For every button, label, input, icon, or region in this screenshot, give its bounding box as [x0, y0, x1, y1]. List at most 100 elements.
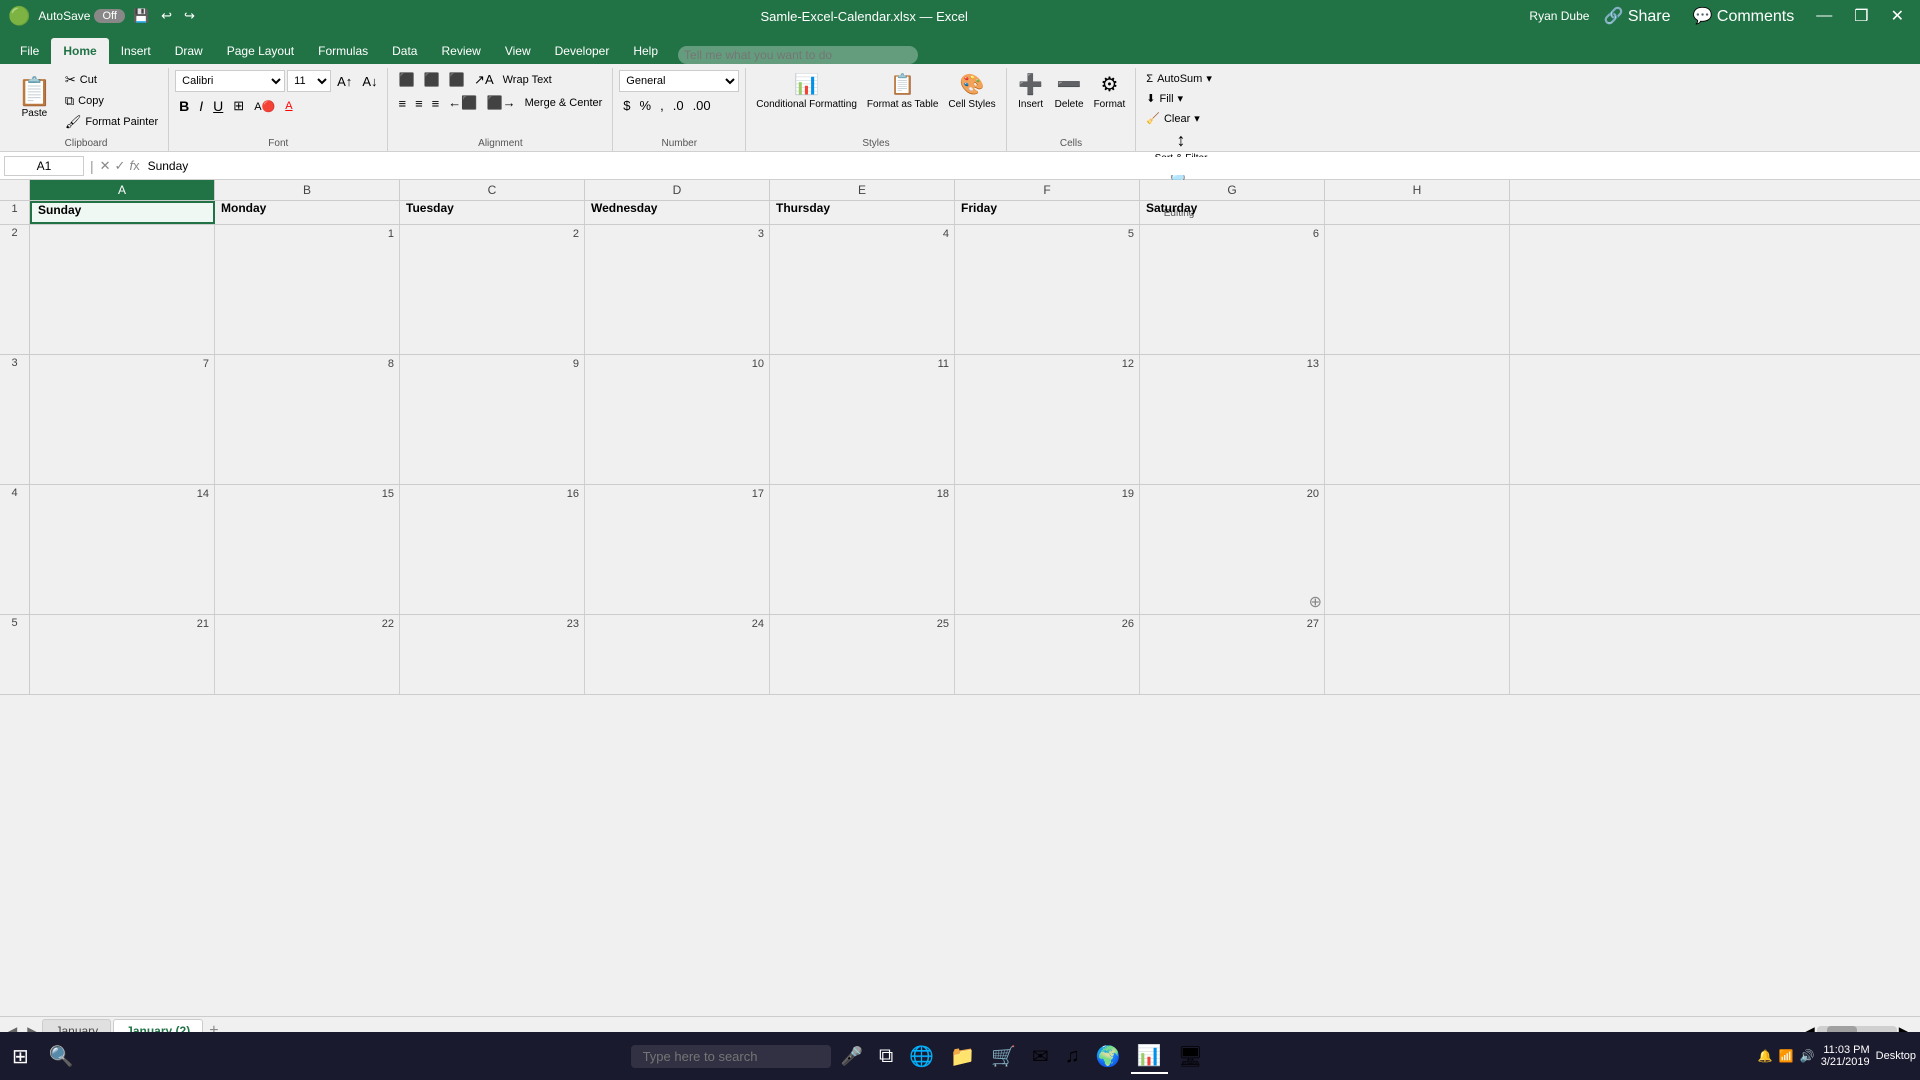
taskbar-mic-button[interactable]: 🎤 [835, 1042, 869, 1071]
cell-g4[interactable]: 20 ⊕ [1140, 485, 1325, 614]
undo-button[interactable]: ↩ [157, 6, 176, 26]
decrease-decimal-button[interactable]: .0 [669, 96, 688, 115]
cell-g5[interactable]: 27 [1140, 615, 1325, 694]
number-format-select[interactable]: General [619, 70, 739, 92]
tab-draw[interactable]: Draw [163, 38, 215, 64]
bold-button[interactable]: B [175, 96, 193, 116]
merge-center-button[interactable]: Merge & Center [521, 93, 607, 113]
tab-formulas[interactable]: Formulas [306, 38, 380, 64]
cell-c3[interactable]: 9 [400, 355, 585, 484]
taskbar-explorer-button[interactable]: 📁 [944, 1040, 981, 1073]
cell-e1[interactable]: Thursday [770, 201, 955, 224]
increase-decimal-button[interactable]: .00 [689, 96, 715, 115]
col-header-c[interactable]: C [400, 180, 585, 200]
cell-a1[interactable]: Sunday [30, 201, 215, 224]
resize-handle-icon[interactable]: ⊕ [1309, 592, 1322, 612]
increase-font-button[interactable]: A↑ [333, 72, 356, 91]
cancel-formula-button[interactable]: ✕ [100, 158, 111, 174]
clear-button[interactable]: 🧹 Clear ▾ [1142, 110, 1204, 127]
cell-a5[interactable]: 21 [30, 615, 215, 694]
tab-insert[interactable]: Insert [109, 38, 163, 64]
comma-button[interactable]: , [656, 96, 668, 115]
taskbar-desktop-label[interactable]: Desktop [1876, 1050, 1916, 1062]
font-size-select[interactable]: 11 [287, 70, 331, 92]
tell-me-input[interactable] [678, 46, 918, 64]
tab-developer[interactable]: Developer [543, 38, 622, 64]
cell-styles-button[interactable]: 🎨 Cell Styles [944, 70, 999, 112]
align-right-button[interactable]: ≡ [428, 93, 444, 113]
cell-f1[interactable]: Friday [955, 201, 1140, 224]
cell-h2[interactable] [1325, 225, 1510, 354]
taskbar-volume-button[interactable]: 🔊 [1800, 1049, 1815, 1063]
minimize-button[interactable]: — [1808, 5, 1840, 27]
italic-button[interactable]: I [195, 96, 207, 116]
restore-button[interactable]: ❒ [1846, 4, 1876, 28]
tab-file[interactable]: File [8, 38, 51, 64]
tab-home[interactable]: Home [51, 38, 108, 64]
format-as-table-button[interactable]: 📋 Format as Table [863, 70, 943, 112]
insert-button[interactable]: ➕ Insert [1013, 70, 1049, 112]
cell-b3[interactable]: 8 [215, 355, 400, 484]
save-button[interactable]: 💾 [129, 6, 153, 26]
cell-h3[interactable] [1325, 355, 1510, 484]
cell-reference-input[interactable] [4, 156, 84, 176]
format-painter-button[interactable]: 🖌 Format Painter [61, 112, 162, 132]
cell-g1[interactable]: Saturday [1140, 201, 1325, 224]
cell-c4[interactable]: 16 [400, 485, 585, 614]
font-color-button[interactable]: A [281, 98, 296, 114]
cell-a2[interactable] [30, 225, 215, 354]
taskbar-excel-button[interactable]: 📊 [1131, 1039, 1168, 1074]
col-header-b[interactable]: B [215, 180, 400, 200]
cell-d1[interactable]: Wednesday [585, 201, 770, 224]
taskbar-task-view-button[interactable]: ⧉ [873, 1041, 899, 1072]
tab-review[interactable]: Review [429, 38, 492, 64]
redo-button[interactable]: ↪ [180, 6, 199, 26]
close-button[interactable]: ✕ [1883, 4, 1912, 28]
tab-page-layout[interactable]: Page Layout [215, 38, 306, 64]
underline-button[interactable]: U [209, 96, 227, 116]
cell-d2[interactable]: 3 [585, 225, 770, 354]
cell-a3[interactable]: 7 [30, 355, 215, 484]
cell-f5[interactable]: 26 [955, 615, 1140, 694]
cell-c1[interactable]: Tuesday [400, 201, 585, 224]
cell-d5[interactable]: 24 [585, 615, 770, 694]
taskbar-settings-button[interactable]: 🖥 [1172, 1040, 1209, 1073]
align-top-center-button[interactable]: ⬛ [420, 70, 444, 90]
paste-button[interactable]: 📋 Paste [10, 70, 59, 124]
align-center-button[interactable]: ≡ [411, 93, 427, 113]
align-left-button[interactable]: ≡ [394, 93, 410, 113]
taskbar-mail-button[interactable]: ✉ [1026, 1040, 1055, 1073]
cell-f2[interactable]: 5 [955, 225, 1140, 354]
angle-text-button[interactable]: ↗A [470, 70, 498, 90]
cell-h4[interactable] [1325, 485, 1510, 614]
taskbar-chrome-button[interactable]: 🌍 [1090, 1040, 1127, 1073]
autosave-toggle[interactable]: Off [94, 9, 124, 23]
decrease-font-button[interactable]: A↓ [358, 72, 381, 91]
copy-button[interactable]: ⧉ Copy [61, 91, 162, 111]
percent-button[interactable]: % [636, 96, 656, 115]
cell-b5[interactable]: 22 [215, 615, 400, 694]
taskbar-edge-button[interactable]: 🌐 [903, 1040, 940, 1073]
cell-e5[interactable]: 25 [770, 615, 955, 694]
delete-button[interactable]: ➖ Delete [1051, 70, 1088, 112]
taskbar-network-button[interactable]: 📶 [1779, 1049, 1794, 1063]
borders-button[interactable]: ⊞ [229, 96, 248, 116]
cell-h5[interactable] [1325, 615, 1510, 694]
taskbar-search-input[interactable] [631, 1045, 831, 1068]
align-top-left-button[interactable]: ⬛ [394, 70, 418, 90]
fill-button[interactable]: ⬇ Fill ▾ [1142, 90, 1187, 107]
tab-view[interactable]: View [493, 38, 543, 64]
cell-b2[interactable]: 1 [215, 225, 400, 354]
cut-button[interactable]: ✂ Cut [61, 70, 162, 90]
tab-data[interactable]: Data [380, 38, 429, 64]
col-header-g[interactable]: G [1140, 180, 1325, 200]
cell-d3[interactable]: 10 [585, 355, 770, 484]
taskbar-notifications-button[interactable]: 🔔 [1758, 1049, 1773, 1063]
taskbar-media-button[interactable]: ♫ [1059, 1041, 1086, 1072]
cell-h1[interactable] [1325, 201, 1510, 224]
taskbar-store-button[interactable]: 🛒 [985, 1040, 1022, 1073]
col-header-f[interactable]: F [955, 180, 1140, 200]
cell-b4[interactable]: 15 [215, 485, 400, 614]
cell-d4[interactable]: 17 [585, 485, 770, 614]
cell-g2[interactable]: 6 [1140, 225, 1325, 354]
